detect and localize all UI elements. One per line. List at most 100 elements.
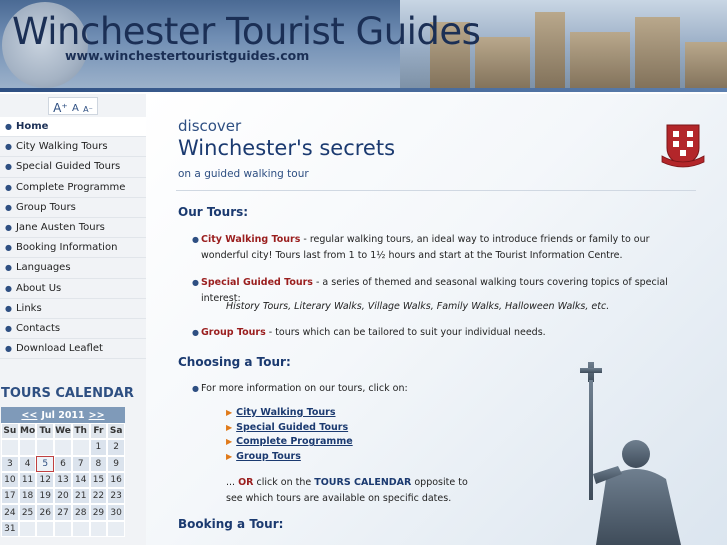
choosing-links: ▶ City Walking Tours ▶ Special Guided Tour… [226,405,353,464]
font-normal-button[interactable]: A [72,104,79,114]
page-headline: Winchester's secrets [178,136,396,160]
link-special-guided-tours[interactable]: Special Guided Tours [236,422,348,433]
calendar-blank-cell [54,520,72,538]
guides-crest-logo [661,124,705,168]
calendar-day[interactable]: 3 [1,455,19,472]
calendar-day[interactable]: 17 [1,488,19,505]
calendar-month: Jul 2011 [41,409,85,421]
calendar-blank-cell [89,520,108,538]
calendar-day[interactable]: 18 [18,488,37,505]
font-size-controls: A⁺ A A⁻ [48,97,98,115]
group-tours-link[interactable]: Group Tours [201,327,266,338]
calendar-dow: Su [1,423,19,440]
link-group-tours[interactable]: Group Tours [236,451,301,462]
calendar-day[interactable]: 30 [107,504,125,521]
calendar-blank-cell [18,439,37,456]
calendar-day[interactable]: 15 [89,471,108,489]
bullet-icon: ● [5,344,12,354]
list-item: ▶ Group Tours [226,449,353,464]
calendar-day[interactable]: 28 [71,504,90,521]
calendar-day[interactable]: 19 [36,488,55,505]
calendar-day[interactable]: 11 [18,471,37,489]
calendar-dow: Tu [36,423,55,440]
calendar-day[interactable]: 2 [107,439,125,456]
calendar-prev-link[interactable]: << [21,410,37,421]
calendar-day[interactable]: 1 [89,439,108,456]
calendar-day[interactable]: 12 [36,471,55,489]
link-complete-programme[interactable]: Complete Programme [236,436,353,447]
booking-tour-heading: Booking a Tour: [178,517,284,531]
our-tours-heading: Our Tours: [178,205,249,219]
calendar-day[interactable]: 7 [71,455,90,472]
calendar-day[interactable]: 27 [54,504,72,521]
sidebar-item-special-guided-tours[interactable]: ● Special Guided Tours [0,157,146,178]
city-walking-tours-link[interactable]: City Walking Tours [201,234,300,245]
sidebar-item-download-leaflet[interactable]: ● Download Leaflet [0,339,146,360]
calendar-day[interactable]: 6 [54,455,72,472]
calendar-day[interactable]: 8 [89,455,108,472]
calendar-day[interactable]: 29 [89,504,108,521]
sidebar-item-languages[interactable]: ● Languages [0,258,146,279]
calendar-day[interactable]: 10 [1,471,19,489]
calendar-day[interactable]: 22 [89,488,108,505]
sidebar-item-group-tours[interactable]: ● Group Tours [0,198,146,218]
bullet-icon: ● [5,283,12,293]
calendar-day[interactable]: 4 [18,455,37,472]
calendar-blank-cell [107,520,125,538]
calendar-blank-cell [54,439,72,456]
list-item: ▶ Special Guided Tours [226,420,353,435]
font-decrease-button[interactable]: A⁻ [83,106,93,114]
arrow-right-icon: ▶ [226,422,233,432]
sidebar-item-jane-austen-tours[interactable]: ● Jane Austen Tours [0,218,146,239]
calendar-next-link[interactable]: >> [89,410,105,421]
calendar-blank-cell [1,439,19,456]
sidebar-item-home[interactable]: ● Home [0,117,146,138]
special-tour-examples: History Tours, Literary Walks, Village W… [226,301,610,312]
list-item: ▶ City Walking Tours [226,405,353,420]
special-guided-tours-link[interactable]: Special Guided Tours [201,277,313,288]
calendar-blank-cell [18,520,37,538]
discover-text: discover [178,117,242,135]
calendar-day[interactable]: 24 [1,504,19,521]
bullet-icon: ● [5,142,12,152]
calendar-dow: We [54,423,72,440]
calendar-day[interactable]: 20 [54,488,72,505]
bullet-icon: ● [5,243,12,253]
site-title[interactable]: Winchester Tourist Guides [12,10,481,53]
sidebar-item-city-walking-tours[interactable]: ● City Walking Tours [0,137,146,158]
sidebar-item-links[interactable]: ● Links [0,299,146,319]
bullet-icon: ● [5,162,12,172]
calendar-day[interactable]: 21 [71,488,90,505]
arrow-right-icon: ▶ [226,451,233,461]
calendar-day[interactable]: 14 [71,471,90,489]
calendar-day[interactable]: 25 [18,504,37,521]
bullet-icon: ● [5,122,12,132]
bullet-icon: ● [5,223,12,233]
link-city-walking-tours[interactable]: City Walking Tours [236,407,335,418]
calendar-day[interactable]: 26 [36,504,55,521]
sidebar-item-booking-information[interactable]: ● Booking Information [0,238,146,259]
bullet-icon: ● [5,182,12,192]
site-header: Winchester Tourist Guides www.winchester… [0,0,727,92]
calendar-day[interactable]: 16 [107,471,125,489]
main-content: discover Winchester's secrets on a guide… [146,94,727,545]
calendar-day[interactable]: 13 [54,471,72,489]
calendar-day-today[interactable]: 5 [36,455,55,472]
bullet-icon: ● [192,384,199,393]
bullet-icon: ● [192,278,199,287]
sidebar-item-complete-programme[interactable]: ● Complete Programme [0,178,146,198]
font-increase-button[interactable]: A⁺ [53,102,68,114]
calendar-day[interactable]: 23 [107,488,125,505]
calendar-day[interactable]: 31 [1,520,19,538]
bullet-icon: ● [192,235,199,244]
sidebar-item-contacts[interactable]: ● Contacts [0,319,146,340]
list-item: ▶ Complete Programme [226,434,353,449]
calendar-day[interactable]: 9 [107,455,125,472]
sidebar-nav: ● Home ● City Walking Tours ● Special Guide… [0,117,146,360]
sidebar-item-about-us[interactable]: ● About Us [0,279,146,299]
bullet-icon: ● [5,263,12,273]
calendar-dow: Th [71,423,90,440]
choosing-intro: ● For more information on our tours, cli… [192,381,682,397]
content-divider [176,190,696,191]
page-tagline: on a guided walking tour [178,168,309,180]
